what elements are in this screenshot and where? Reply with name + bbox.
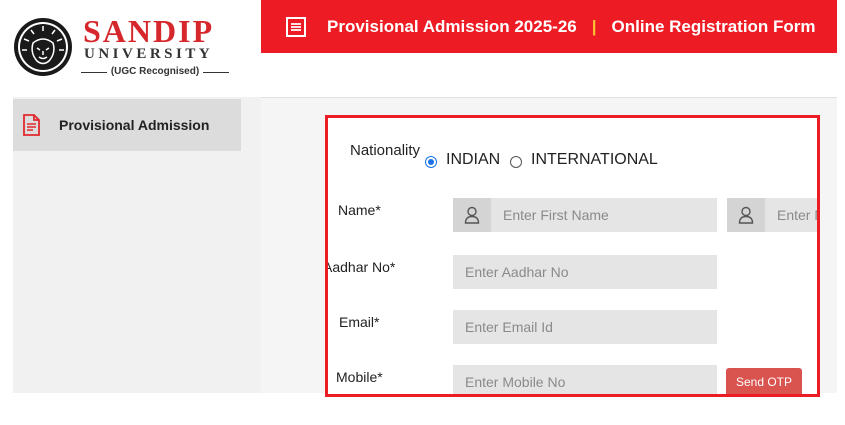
- email-input[interactable]: [453, 310, 717, 344]
- first-name-input[interactable]: [491, 198, 717, 232]
- user-icon-box: [727, 198, 765, 232]
- radio-international-label[interactable]: INTERNATIONAL: [531, 151, 658, 169]
- user-icon-box: [453, 198, 491, 232]
- divider: [203, 71, 229, 73]
- name-label: Name*: [338, 202, 381, 218]
- aadhar-label: Aadhar No*: [325, 259, 396, 275]
- email-label: Email*: [339, 314, 380, 330]
- aadhar-input[interactable]: [453, 255, 717, 289]
- recognition-text: (UGC Recognised): [110, 66, 200, 77]
- user-icon: [738, 206, 754, 224]
- user-icon: [464, 206, 480, 224]
- brand-recognition: (UGC Recognised): [81, 66, 229, 78]
- university-logo[interactable]: SANDIP UNIVERSITY (UGC Recognised): [13, 0, 261, 97]
- aadhar-field[interactable]: [453, 255, 717, 289]
- toolbar-area: [261, 53, 837, 98]
- nationality-label: Nationality: [350, 142, 421, 159]
- lion-seal-icon: [14, 18, 72, 76]
- email-field[interactable]: [453, 310, 717, 344]
- registration-form: Nationality INDIAN INTERNATIONAL Name* A…: [325, 115, 820, 397]
- header-subtitle: Online Registration Form: [611, 16, 816, 36]
- radio-international[interactable]: [510, 156, 522, 168]
- document-list-icon: [286, 16, 306, 37]
- brand-subtitle: UNIVERSITY: [84, 46, 214, 62]
- middle-name-field[interactable]: [727, 198, 817, 232]
- mobile-field[interactable]: [453, 365, 717, 394]
- sidebar-item-provisional-admission[interactable]: Provisional Admission: [13, 99, 241, 151]
- mobile-input[interactable]: [453, 365, 717, 394]
- middle-name-input[interactable]: [765, 198, 817, 232]
- send-otp-button[interactable]: Send OTP: [726, 368, 802, 394]
- header-bar: Provisional Admission 2025-26 | Online R…: [261, 0, 837, 53]
- header-title: Provisional Admission 2025-26: [327, 16, 577, 36]
- first-name-field[interactable]: [453, 198, 717, 232]
- mobile-label: Mobile*: [336, 369, 383, 385]
- divider: [81, 71, 107, 73]
- radio-indian[interactable]: [425, 156, 437, 168]
- header-separator: |: [591, 16, 597, 36]
- radio-indian-label[interactable]: INDIAN: [446, 151, 500, 169]
- brand-name: SANDIP: [83, 13, 215, 49]
- sidebar-item-label: Provisional Admission: [59, 117, 210, 133]
- document-icon: [23, 114, 40, 136]
